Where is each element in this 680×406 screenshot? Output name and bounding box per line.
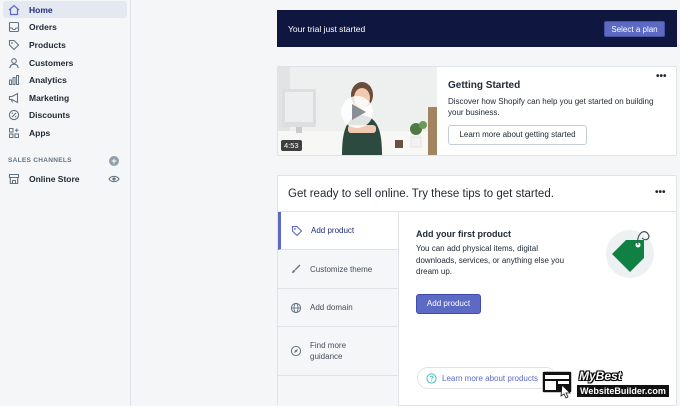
tips-tab-list: Add product Customize theme Add domain F… xyxy=(278,212,398,406)
sidebar-item-label: Products xyxy=(29,39,66,50)
tab-label: Add product xyxy=(311,226,355,235)
video-thumbnail[interactable]: 4:53 xyxy=(278,67,437,155)
sidebar-item-label: Discounts xyxy=(29,109,71,120)
orders-icon xyxy=(7,20,21,34)
store-icon xyxy=(7,172,21,186)
tab-label: Find more guidance xyxy=(310,341,347,361)
sidebar-item-label: Marketing xyxy=(29,92,70,103)
video-duration: 4:53 xyxy=(281,140,302,151)
tab-add-product[interactable]: Add product xyxy=(278,212,398,250)
eye-icon[interactable] xyxy=(108,174,120,184)
sidebar-item-marketing[interactable]: Marketing xyxy=(3,89,127,106)
product-tag-illustration xyxy=(606,230,654,278)
sidebar-item-label: Home xyxy=(29,4,53,15)
tab-find-more-guidance[interactable]: Find more guidance xyxy=(278,327,398,376)
apps-icon xyxy=(7,126,21,140)
sidebar-item-customers[interactable]: Customers xyxy=(3,54,127,71)
divider xyxy=(398,212,399,406)
getting-started-description: Discover how Shopify can help you get st… xyxy=(448,97,654,117)
watermark-line1: MyBest xyxy=(579,369,622,383)
tab-add-domain[interactable]: Add domain xyxy=(278,289,398,327)
sidebar-item-orders[interactable]: Orders xyxy=(3,18,127,35)
sidebar-item-label: Online Store xyxy=(29,173,80,184)
learn-getting-started-button[interactable]: Learn more about getting started xyxy=(448,125,587,145)
getting-started-card: 4:53 Getting Started Discover how Shopif… xyxy=(277,66,677,156)
more-actions-icon[interactable]: ••• xyxy=(655,187,666,198)
select-plan-button[interactable]: Select a plan xyxy=(604,21,665,37)
compass-icon xyxy=(289,344,303,358)
sidebar-item-apps[interactable]: Apps xyxy=(3,124,127,141)
tips-title: Get ready to sell online. Try these tips… xyxy=(288,188,554,200)
trial-banner: Your trial just started Select a plan xyxy=(277,10,677,47)
sidebar-item-discounts[interactable]: Discounts xyxy=(3,106,127,123)
sidebar-item-label: Analytics xyxy=(29,74,67,85)
video-scene-illustration xyxy=(278,67,437,155)
tab-label: Customize theme xyxy=(310,264,373,274)
watermark-logo: MyBest WebsiteBuilder.com xyxy=(541,368,676,400)
sidebar-item-products[interactable]: Products xyxy=(3,36,127,53)
add-sales-channel-button[interactable]: + xyxy=(109,156,119,166)
learn-more-products-link[interactable]: Learn more about products xyxy=(417,367,557,389)
tag-icon xyxy=(290,224,304,238)
person-icon xyxy=(7,56,21,70)
sidebar-item-label: Orders xyxy=(29,21,57,32)
help-icon xyxy=(426,373,437,384)
tab-label: Add domain xyxy=(310,303,353,312)
watermark-line2: WebsiteBuilder.com xyxy=(577,385,669,397)
home-icon xyxy=(7,3,21,17)
sidebar-item-label: Customers xyxy=(29,57,74,68)
add-product-description: You can add physical items, digital down… xyxy=(416,244,565,276)
browser-logo-icon xyxy=(541,370,573,399)
add-product-title: Add your first product xyxy=(416,229,511,239)
sidebar-item-label: Apps xyxy=(29,127,51,138)
tag-icon xyxy=(7,38,21,52)
megaphone-icon xyxy=(7,91,21,105)
trial-text: Your trial just started xyxy=(288,24,366,34)
learn-more-products-text: Learn more about products xyxy=(442,374,539,383)
globe-icon xyxy=(289,301,303,315)
sidebar-item-analytics[interactable]: Analytics xyxy=(3,71,127,88)
getting-started-title: Getting Started xyxy=(448,80,521,91)
sidebar: Home Orders Products Customers Analytics… xyxy=(0,0,131,406)
sidebar-item-home[interactable]: Home xyxy=(3,1,127,18)
discount-icon xyxy=(7,108,21,122)
add-product-button[interactable]: Add product xyxy=(416,294,481,314)
more-actions-icon[interactable]: ••• xyxy=(656,71,667,82)
tab-customize-theme[interactable]: Customize theme xyxy=(278,250,398,289)
sales-channels-heading: SALES CHANNELS xyxy=(8,157,72,164)
brush-icon xyxy=(289,262,303,276)
bar-chart-icon xyxy=(7,73,21,87)
